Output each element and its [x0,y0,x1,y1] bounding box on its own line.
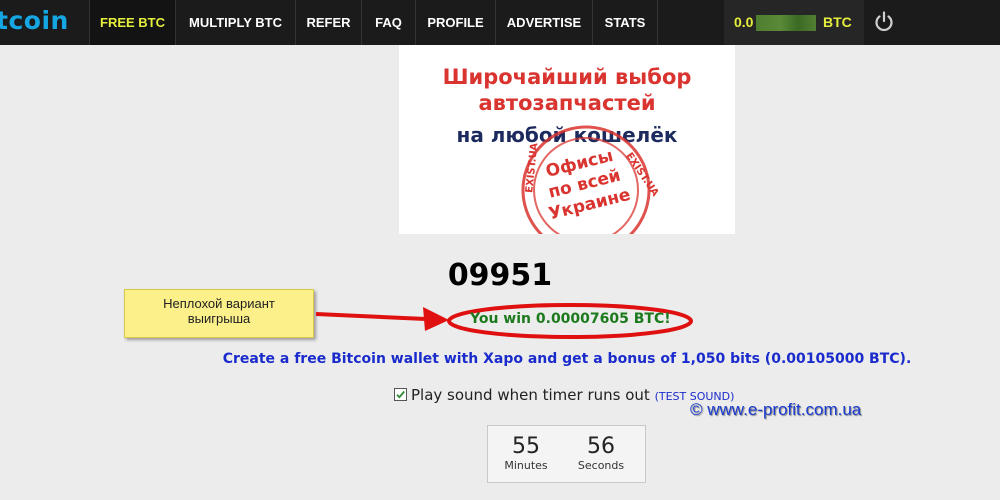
nav-stats[interactable]: STATS [592,0,658,45]
nav-refer[interactable]: REFER [295,0,361,45]
timer-minutes-value: 55 [512,434,540,459]
nav-faq[interactable]: FAQ [361,0,415,45]
ad-headline-1: Широчайший выбор [442,65,692,89]
site-logo[interactable]: tcoin [0,6,69,35]
nav-free-btc[interactable]: FREE BTC [89,0,175,45]
watermark: © www.e-profit.com.ua [690,400,862,419]
timer-seconds-label: Seconds [577,459,625,472]
sound-checkbox[interactable] [394,388,407,401]
checkmark-icon [396,390,405,399]
timer-seconds: 56 Seconds [571,435,631,473]
top-navbar: tcoin FREE BTC MULTIPLY BTC REFER FAQ PR… [0,0,1000,45]
countdown-timer: 55 Minutes 56 Seconds [487,425,646,483]
xapo-promo-link[interactable]: Create a free Bitcoin wallet with Xapo a… [0,351,1000,367]
ad-headline-2: автозапчастей [478,91,656,115]
ad-stamp: EXIST.UA EXIST.UA Офисы по всей Украине [521,125,661,234]
annotation-arrow-head [423,307,449,331]
callout-line-1: Неплохой вариант [163,296,275,311]
timer-minutes-label: Minutes [504,459,548,472]
timer-seconds-value: 56 [587,434,615,459]
balance-redaction [756,15,816,31]
balance-prefix: 0.0 [734,14,754,30]
nav-advertise[interactable]: ADVERTISE [495,0,592,45]
balance-unit: BTC [823,14,852,30]
nav-multiply-btc[interactable]: MULTIPLY BTC [175,0,295,45]
sound-toggle-row: Play sound when timer runs out (TEST SOU… [394,386,734,406]
annotation-arrow-shaft [315,312,427,321]
annotation-callout: Неплохой вариант выигрыша [124,289,314,338]
ad-banner[interactable]: Широчайший выбор автозапчастей на любой … [399,45,735,234]
rolled-number: 09951 [447,258,553,293]
timer-minutes: 55 Minutes [496,435,556,473]
power-icon[interactable] [872,10,896,34]
nav-profile[interactable]: PROFILE [415,0,495,45]
win-message: You win 0.00007605 BTC! [470,311,671,327]
callout-line-2: выигрыша [187,311,251,326]
balance-display: 0.0 BTC [724,0,864,45]
sound-label: Play sound when timer runs out [411,386,650,404]
